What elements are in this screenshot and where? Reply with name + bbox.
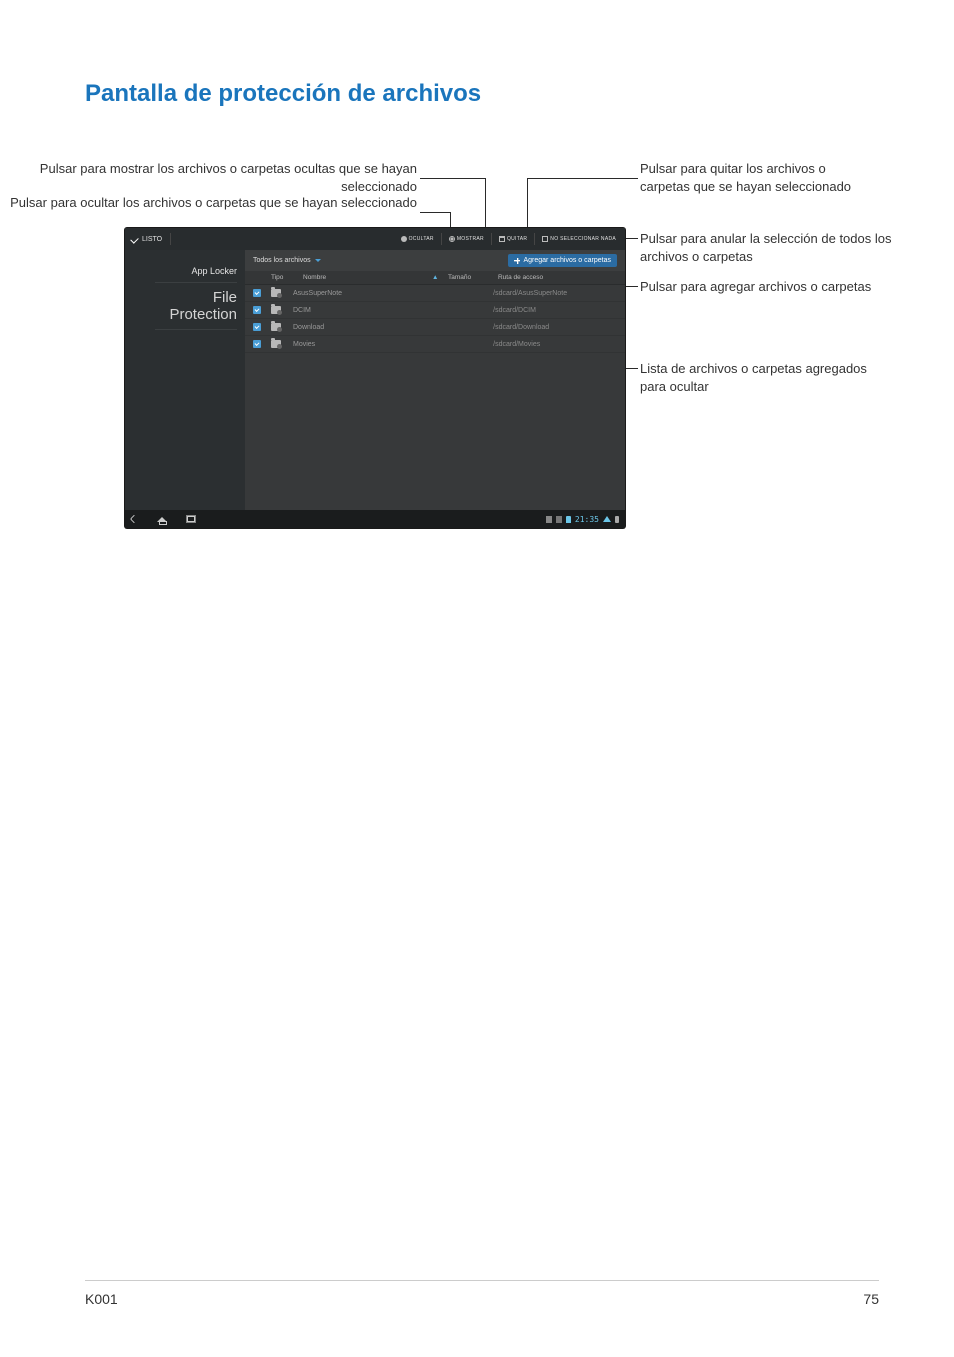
sidebar-item-app-locker[interactable]: App Locker — [155, 260, 237, 283]
filter-dropdown[interactable]: Todos los archivos — [253, 257, 321, 264]
recent-apps-icon[interactable] — [187, 516, 195, 522]
footer-model: K001 — [85, 1291, 118, 1307]
col-name[interactable]: Nombre — [303, 274, 432, 281]
table-row[interactable]: DCIM /sdcard/DCIM — [245, 302, 625, 319]
sidebar: App Locker File Protection — [125, 250, 245, 510]
callout-deselect: Pulsar para anular la selección de todos… — [640, 230, 930, 265]
table-row[interactable]: AsusSuperNote /sdcard/AsusSuperNote — [245, 285, 625, 302]
battery-icon — [615, 516, 619, 523]
folder-icon — [271, 340, 281, 348]
deselect-icon — [542, 236, 548, 242]
eye-icon — [449, 236, 455, 242]
deselect-button[interactable]: NO SELECCIONAR NADA — [539, 236, 619, 242]
trash-icon — [499, 236, 505, 242]
checkbox[interactable] — [253, 306, 261, 314]
checkbox[interactable] — [253, 323, 261, 331]
callout-list: Lista de archivos o carpetas agregados p… — [640, 360, 870, 395]
clock: 21:35 — [575, 515, 599, 524]
checkbox[interactable] — [253, 340, 261, 348]
dropdown-arrow-icon — [315, 259, 321, 262]
page-footer: K001 75 — [85, 1280, 879, 1307]
check-icon — [130, 235, 138, 243]
annotated-figure: Pulsar para mostrar los archivos o carpe… — [85, 148, 879, 608]
col-path[interactable]: Ruta de acceso — [498, 274, 617, 281]
checkbox[interactable] — [253, 289, 261, 297]
sort-indicator-icon[interactable]: ▲ — [432, 274, 448, 281]
wifi-icon — [603, 516, 611, 522]
folder-icon — [271, 323, 281, 331]
folder-icon — [271, 289, 281, 297]
show-button[interactable]: MOSTRAR — [446, 236, 487, 242]
callout-add: Pulsar para agregar archivos o carpetas — [640, 278, 890, 296]
plus-icon — [514, 258, 520, 264]
notification-icon — [556, 516, 562, 523]
table-row[interactable]: Download /sdcard/Download — [245, 319, 625, 336]
remove-button[interactable]: QUITAR — [496, 236, 530, 242]
back-icon[interactable] — [130, 515, 138, 523]
callout-remove: Pulsar para quitar los archivos o carpet… — [640, 160, 870, 195]
sidebar-item-file-protection[interactable]: File Protection — [155, 283, 237, 330]
home-icon[interactable] — [157, 517, 167, 522]
sd-card-icon — [546, 516, 552, 523]
status-tray[interactable]: 21:35 — [546, 515, 619, 524]
hide-button[interactable]: OCULTAR — [398, 236, 437, 242]
callout-show-hidden: Pulsar para mostrar los archivos o carpe… — [0, 160, 417, 195]
table-header: Tipo Nombre ▲ Tamaño Ruta de acceso — [245, 271, 625, 285]
footer-page-number: 75 — [863, 1291, 879, 1307]
table-row[interactable]: Movies /sdcard/Movies — [245, 336, 625, 353]
col-type[interactable]: Tipo — [271, 274, 303, 281]
content-panel: Todos los archivos Agregar archivos o ca… — [245, 250, 625, 510]
eye-slash-icon — [401, 236, 407, 242]
lock-icon — [566, 516, 571, 523]
file-list: AsusSuperNote /sdcard/AsusSuperNote DCIM… — [245, 285, 625, 510]
folder-icon — [271, 306, 281, 314]
system-bar: 21:35 — [125, 510, 625, 528]
file-protection-screenshot: LISTO OCULTAR MOSTRAR QUITAR — [125, 228, 625, 528]
add-files-button[interactable]: Agregar archivos o carpetas — [508, 254, 617, 267]
action-bar: LISTO OCULTAR MOSTRAR QUITAR — [125, 228, 625, 250]
done-button[interactable]: LISTO — [142, 236, 162, 243]
page-title: Pantalla de protección de archivos — [85, 80, 879, 108]
callout-hide-selected: Pulsar para ocultar los archivos o carpe… — [0, 194, 417, 212]
col-size[interactable]: Tamaño — [448, 274, 498, 281]
